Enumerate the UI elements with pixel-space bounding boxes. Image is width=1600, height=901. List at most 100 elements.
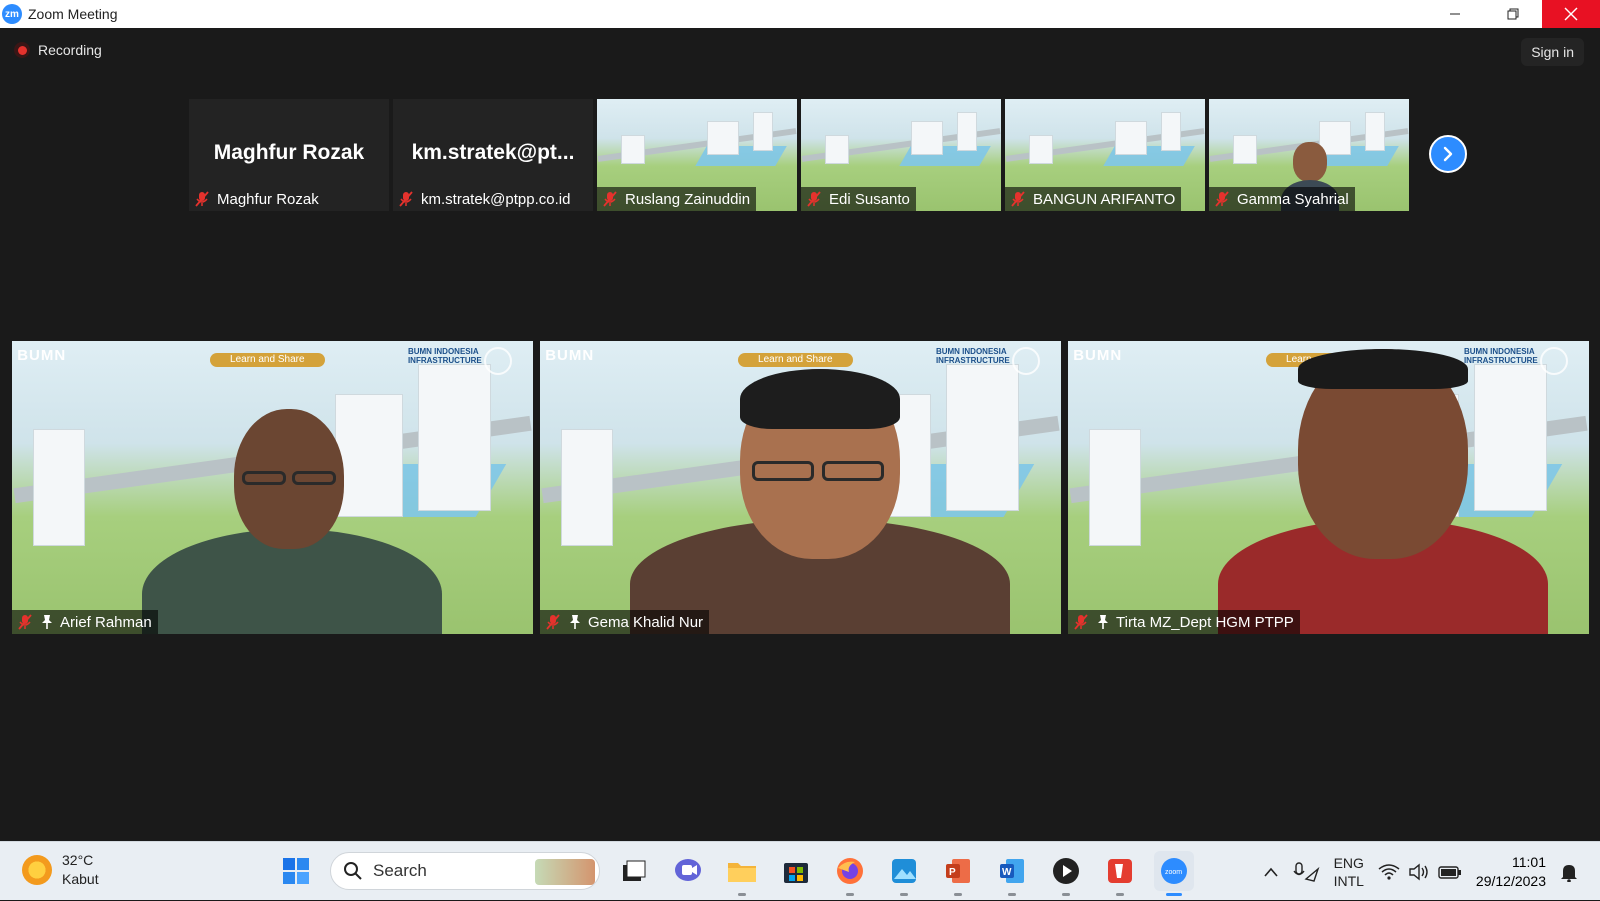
volume-icon [1409, 863, 1428, 880]
pin-icon [1098, 615, 1108, 629]
bumn-logo: BUMN [545, 346, 595, 364]
weather-temperature: 32°C [62, 852, 94, 868]
participant-big-name: km.stratek@pt... [411, 141, 575, 164]
file-explorer-button[interactable] [722, 851, 762, 896]
participant-thumbnail[interactable]: BANGUN ARIFANTO [1005, 99, 1205, 211]
folder-icon [728, 863, 756, 882]
participant-thumbnail[interactable]: km.stratek@pt... km.stratek@ptpp.co.id [393, 99, 593, 211]
taskbar: 32°C Kabut Search P W zoom ENG INTL 11:0… [0, 841, 1600, 900]
pp-logo-icon [1012, 346, 1041, 375]
weather-widget[interactable]: 32°C Kabut [22, 851, 99, 889]
video-tile[interactable]: Learn and Share BUMN BUMN INDONESIA INFR… [12, 341, 533, 634]
microsoft-store-button[interactable] [776, 851, 816, 891]
clock-button[interactable]: 11:01 29/12/2023 [1476, 853, 1546, 891]
bumn-logo: BUMN [17, 346, 67, 364]
participant-thumbnail[interactable]: Gamma Syahrial [1209, 99, 1409, 211]
weather-sun-icon [22, 855, 52, 885]
mic-off-icon [807, 191, 821, 207]
task-view-icon [623, 860, 646, 881]
mic-off-icon [603, 191, 617, 207]
recording-dot-icon [14, 42, 30, 58]
video-tile[interactable]: Learn and Share BUMN BUMN INDONESIA INFR… [1068, 341, 1589, 634]
teams-chat-button[interactable] [668, 851, 708, 891]
word-button[interactable]: W [992, 851, 1032, 896]
chevron-right-icon [1443, 146, 1453, 162]
hidden-icons-button[interactable] [1263, 867, 1278, 877]
language-code: ENG [1333, 854, 1364, 871]
language-indicator[interactable]: ENG INTL [1334, 854, 1364, 890]
mic-off-icon [1074, 614, 1088, 630]
participant-name-bar: Tirta MZ_Dept HGM PTPP [1068, 610, 1300, 634]
minimize-icon [1450, 13, 1460, 15]
chat-icon [675, 859, 701, 881]
restore-button[interactable] [1484, 0, 1542, 28]
bumn-logo: BUMN [1073, 346, 1123, 364]
clock-time: 11:01 [1512, 853, 1546, 870]
restore-icon [1507, 8, 1519, 20]
mic-off-icon [18, 614, 32, 630]
participant-thumbnail[interactable]: Ruslang Zainuddin [597, 99, 797, 211]
quick-settings-button[interactable] [1378, 863, 1462, 881]
start-button[interactable] [276, 851, 316, 891]
speaker-grid: Learn and Share BUMN BUMN INDONESIA INFR… [12, 341, 1589, 634]
pin-icon [570, 615, 580, 629]
pin-icon [42, 615, 52, 629]
zoom-app-button[interactable]: zoom [1154, 851, 1194, 896]
learn-share-banner: Learn and Share [209, 352, 325, 368]
learn-share-banner: Learn and Share [737, 352, 853, 368]
participant-name: Gema Khalid Nur [588, 613, 704, 631]
minimize-button[interactable] [1426, 0, 1484, 28]
close-button[interactable] [1542, 0, 1600, 28]
next-page-button[interactable] [1429, 135, 1467, 173]
word-icon: W [1000, 859, 1024, 883]
powerpoint-button[interactable]: P [938, 851, 978, 896]
participant-video [1218, 349, 1548, 634]
chevron-up-icon [1263, 867, 1278, 877]
svg-text:W: W [1002, 867, 1012, 878]
taskbar-apps: Search P W zoom [276, 851, 1208, 896]
clock-date: 29/12/2023 [1475, 872, 1546, 889]
notifications-button[interactable] [1560, 862, 1578, 882]
bell-icon [1561, 864, 1577, 882]
participant-name: BANGUN ARIFANTO [1033, 190, 1176, 208]
office-app-button[interactable] [1100, 851, 1140, 896]
close-icon [1564, 7, 1578, 21]
system-tray: ENG INTL 11:01 29/12/2023 [1263, 842, 1600, 901]
participant-name-bar: Maghfur Rozak [189, 187, 325, 211]
window-titlebar: zm Zoom Meeting [0, 0, 1600, 28]
photos-button[interactable] [884, 851, 924, 896]
recording-indicator[interactable]: Recording [14, 42, 102, 58]
office-app-icon [1108, 859, 1132, 883]
microphone-location-button[interactable] [1292, 861, 1320, 883]
firefox-icon [837, 858, 863, 884]
taskbar-search[interactable]: Search [330, 852, 600, 890]
firefox-button[interactable] [830, 851, 870, 896]
participant-thumbnail[interactable]: Edi Susanto [801, 99, 1001, 211]
participant-name: km.stratek@ptpp.co.id [421, 190, 571, 208]
sign-in-button[interactable]: Sign in [1521, 38, 1584, 66]
mic-off-icon [399, 191, 413, 207]
search-highlight-image [535, 859, 595, 885]
recording-label: Recording [38, 42, 102, 58]
participant-name: Gamma Syahrial [1237, 190, 1349, 208]
mic-off-icon [1011, 191, 1025, 207]
participant-name-bar: BANGUN ARIFANTO [1005, 187, 1182, 211]
participant-name-bar: Arief Rahman [12, 610, 158, 634]
participant-name-bar: Ruslang Zainuddin [597, 187, 757, 211]
participant-name: Ruslang Zainuddin [625, 190, 751, 208]
task-view-button[interactable] [614, 851, 654, 891]
infrastructure-logo: BUMN INDONESIA INFRASTRUCTURE [935, 346, 1010, 365]
participant-strip: Maghfur Rozak Maghfur Rozak km.stratek@p… [189, 99, 1409, 211]
mic-off-icon [195, 191, 209, 207]
participant-name-bar: Gema Khalid Nur [540, 610, 710, 634]
microphone-icon [1293, 861, 1320, 882]
video-tile[interactable]: Learn and Share BUMN BUMN INDONESIA INFR… [540, 341, 1061, 634]
participant-thumbnail[interactable]: Maghfur Rozak Maghfur Rozak [189, 99, 389, 211]
weather-description: Kabut [62, 871, 99, 887]
participant-name: Tirta MZ_Dept HGM PTPP [1116, 613, 1294, 631]
pp-logo-icon [484, 346, 513, 375]
media-player-button[interactable] [1046, 851, 1086, 896]
participant-name-bar: Edi Susanto [801, 187, 916, 211]
participant-name-bar: km.stratek@ptpp.co.id [393, 187, 576, 211]
search-placeholder: Search [373, 861, 427, 880]
